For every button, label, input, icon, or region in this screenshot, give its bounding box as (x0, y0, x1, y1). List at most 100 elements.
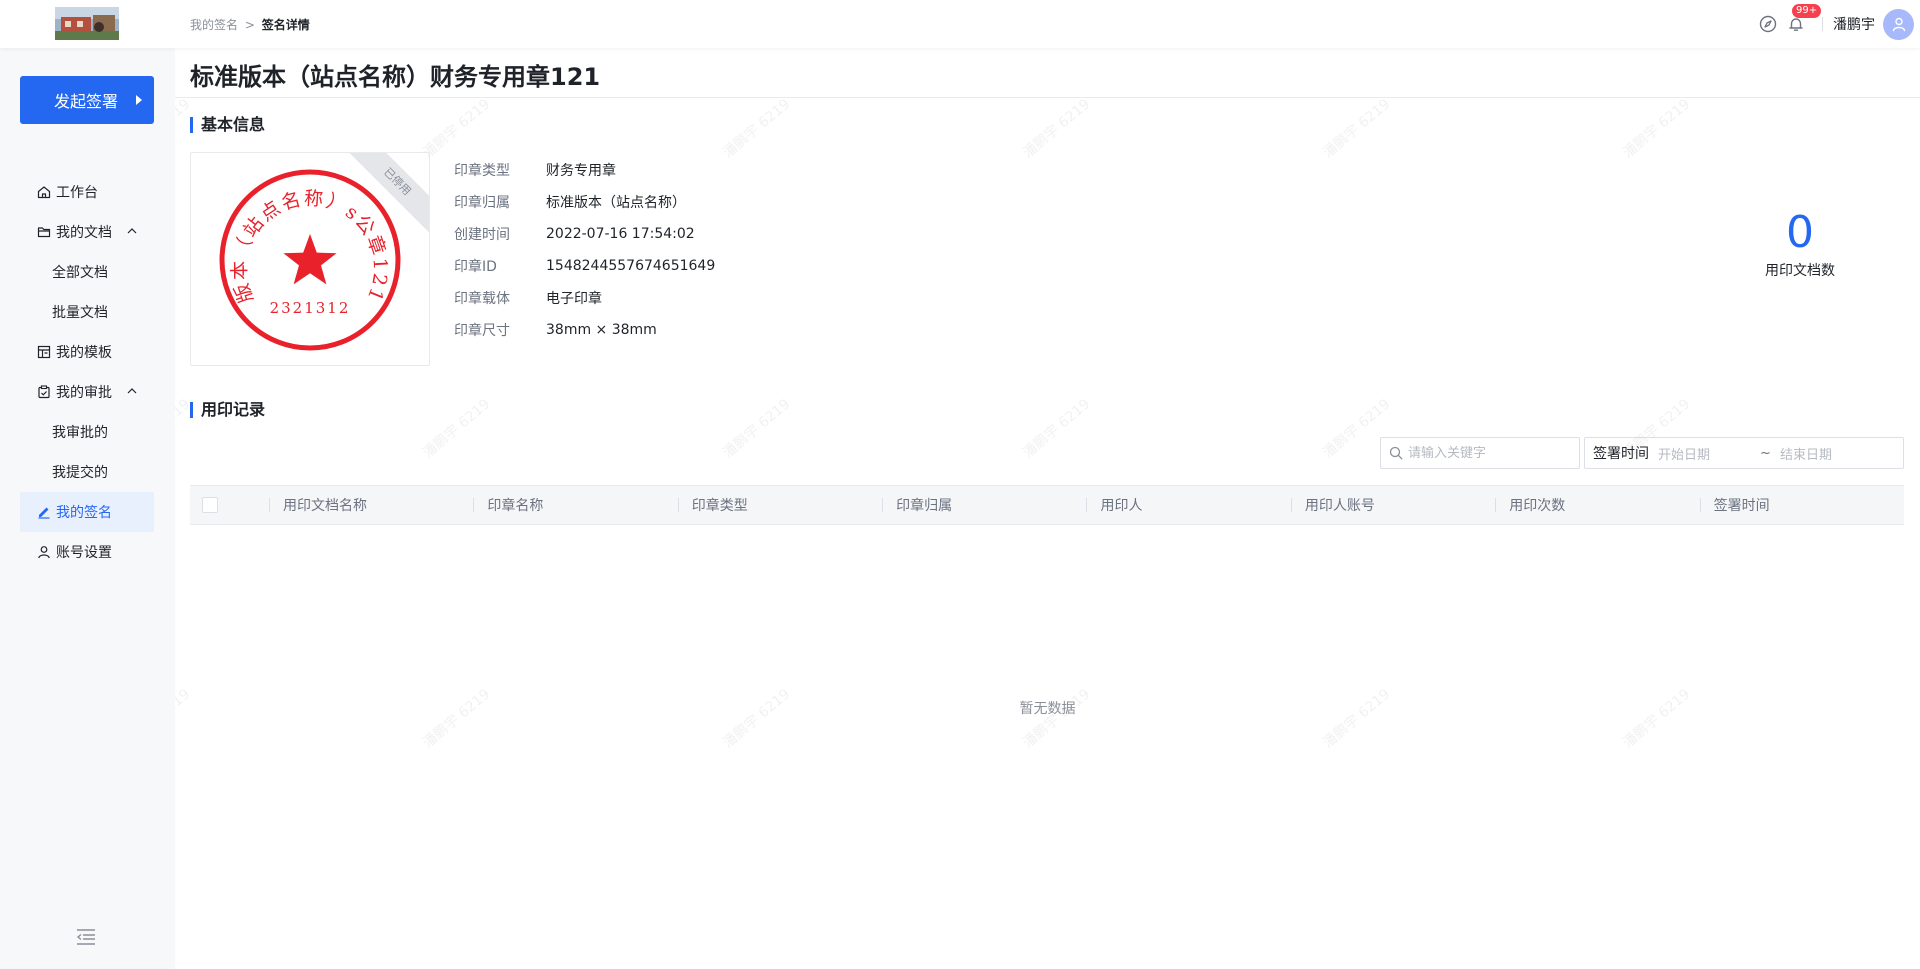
chevron-up-icon (127, 228, 137, 234)
sidebar-item-my-templates[interactable]: 我的模板 (20, 332, 154, 372)
pen-icon (36, 504, 52, 520)
sidebar-item-label: 批量文档 (52, 305, 108, 321)
main-content: 标准版本（站点名称）财务专用章121 基本信息 标准版本（站点名称）s公章121… (175, 48, 1920, 969)
column-header[interactable]: 签署时间 (1699, 485, 1904, 525)
column-header[interactable]: 印章名称 (473, 485, 677, 525)
start-signing-label: 发起签署 (54, 92, 119, 111)
title-divider (175, 97, 1920, 98)
approval-icon (36, 384, 52, 400)
records-table-header: 用印文档名称 印章名称 印章类型 印章归属 用印人 用印人账号 用印次数 签署时… (190, 485, 1904, 525)
info-label: 印章归属 (454, 195, 510, 211)
watermark-text: 潘鹏宇 6219 (1320, 96, 1394, 162)
top-bar: 我的签名 > 签名详情 99+ 潘鹏宇 (0, 0, 1920, 48)
seal-preview-card: 标准版本（站点名称）s公章121231 2321312 已停用 (190, 152, 430, 366)
avatar[interactable] (1883, 8, 1914, 40)
chevron-up-icon (127, 388, 137, 394)
template-icon (36, 344, 52, 360)
watermark-text: 潘鹏宇 6219 (720, 96, 794, 162)
breadcrumb-my-signature[interactable]: 我的签名 (190, 18, 238, 32)
username[interactable]: 潘鹏宇 (1833, 14, 1875, 34)
watermark-text: 潘鹏宇 6219 (720, 686, 794, 752)
sidebar-item-label: 我的签名 (56, 505, 112, 521)
date-range-label: 签署时间 (1593, 446, 1649, 462)
doc-count-value: 0 (1786, 207, 1814, 258)
column-header[interactable]: 印章归属 (882, 485, 1086, 525)
search-input[interactable] (1408, 445, 1568, 461)
sidebar-item-label: 账号设置 (56, 545, 112, 561)
sidebar-item-approved-by-me[interactable]: 我审批的 (20, 412, 154, 452)
sidebar-item-label: 我的文档 (56, 225, 112, 241)
end-date-input[interactable]: 结束日期 (1780, 444, 1882, 463)
sidebar-item-batch-documents[interactable]: 批量文档 (20, 292, 154, 332)
user-avatar-icon (1892, 17, 1905, 32)
breadcrumb-separator: > (244, 18, 255, 32)
folder-icon (36, 224, 52, 240)
watermark-text: 潘鹏宇 6219 (420, 396, 494, 462)
column-header[interactable]: 用印人账号 (1290, 485, 1495, 525)
watermark-text: 潘鹏宇 6219 (1620, 96, 1694, 162)
keyword-search (1380, 437, 1580, 469)
info-row-carrier: 印章载体 电子印章 (454, 282, 715, 314)
sidebar-item-submitted-by-me[interactable]: 我提交的 (20, 452, 154, 492)
watermark-text: 潘鹏宇 6219 (1020, 396, 1094, 462)
header-divider (1822, 17, 1823, 31)
column-header[interactable]: 用印人 (1086, 485, 1290, 525)
column-header[interactable]: 用印文档名称 (268, 485, 473, 525)
breadcrumb-current: 签名详情 (261, 18, 310, 32)
info-row-created: 创建时间 2022-07-16 17:54:02 (454, 218, 715, 250)
sidebar-item-all-documents[interactable]: 全部文档 (20, 252, 154, 292)
company-logo[interactable] (55, 7, 119, 40)
start-signing-button[interactable]: 发起签署 (20, 76, 154, 124)
basic-info-title: 基本信息 (190, 117, 265, 133)
watermark-text: 潘鹏宇 6219 (720, 396, 794, 462)
info-value: 标准版本（站点名称） (546, 195, 686, 211)
seal-info: 印章类型 财务专用章 印章归属 标准版本（站点名称） 创建时间 2022-07-… (454, 154, 715, 346)
compass-icon[interactable] (1756, 12, 1780, 36)
sidebar-item-label: 工作台 (56, 185, 98, 201)
doc-count-label: 用印文档数 (1765, 263, 1835, 279)
sidebar: 发起签署 工作台 我的文档 全部文档 批量文档 我的模板 我的审批 我审批的 我… (0, 48, 175, 969)
sidebar-item-label: 我提交的 (52, 465, 108, 481)
watermark-text: 潘鹏宇 6219 (1020, 686, 1094, 752)
watermark-text: 潘鹏宇 6219 (1320, 686, 1394, 752)
breadcrumb: 我的签名 > 签名详情 (190, 16, 310, 33)
sidebar-nav: 工作台 我的文档 全部文档 批量文档 我的模板 我的审批 我审批的 我提交的 我… (20, 172, 154, 572)
sidebar-item-workbench[interactable]: 工作台 (20, 172, 154, 212)
watermark-text: 潘鹏宇 6219 (175, 686, 194, 751)
start-date-input[interactable]: 开始日期 (1658, 444, 1760, 463)
info-row-type: 印章类型 财务专用章 (454, 154, 715, 186)
watermark-text: 潘鹏宇 6219 (1020, 96, 1094, 162)
info-row-size: 印章尺寸 38mm × 38mm (454, 314, 715, 346)
notification-bell[interactable]: 99+ (1784, 4, 1822, 36)
caret-right-icon (136, 95, 142, 105)
sidebar-item-account-settings[interactable]: 账号设置 (20, 532, 154, 572)
info-label: 印章ID (454, 259, 497, 275)
seal-image: 标准版本（站点名称）s公章121231 2321312 (218, 168, 401, 351)
sidebar-item-my-approvals[interactable]: 我的审批 (20, 372, 154, 412)
select-all-cell (190, 485, 269, 525)
usage-records-title: 用印记录 (190, 402, 265, 418)
info-label: 印章类型 (454, 163, 510, 179)
info-row-id: 印章ID 1548244557674651649 (454, 250, 715, 282)
column-header[interactable]: 用印次数 (1495, 485, 1699, 525)
select-all-checkbox[interactable] (202, 497, 218, 513)
notification-badge: 99+ (1792, 4, 1822, 18)
sidebar-item-my-documents[interactable]: 我的文档 (20, 212, 154, 252)
sign-date-range[interactable]: 签署时间 开始日期 ~ 结束日期 (1584, 437, 1904, 469)
info-value: 38mm × 38mm (546, 322, 657, 338)
info-label: 创建时间 (454, 227, 510, 243)
sidebar-item-label: 我的模板 (56, 345, 112, 361)
date-separator: ~ (1760, 445, 1771, 461)
column-header[interactable]: 印章类型 (677, 485, 882, 525)
doc-count-stat: 0 用印文档数 (1740, 208, 1860, 280)
info-value: 电子印章 (546, 291, 602, 307)
sidebar-item-my-signature[interactable]: 我的签名 (20, 492, 154, 532)
search-icon (1389, 446, 1403, 460)
seal-code: 2321312 (270, 299, 351, 317)
home-icon (36, 184, 52, 200)
info-label: 印章尺寸 (454, 323, 510, 339)
empty-state: 暂无数据 (1019, 701, 1076, 717)
info-label: 印章载体 (454, 291, 510, 307)
watermark-text: 潘鹏宇 6219 (420, 686, 494, 752)
collapse-menu-icon[interactable] (76, 928, 96, 946)
